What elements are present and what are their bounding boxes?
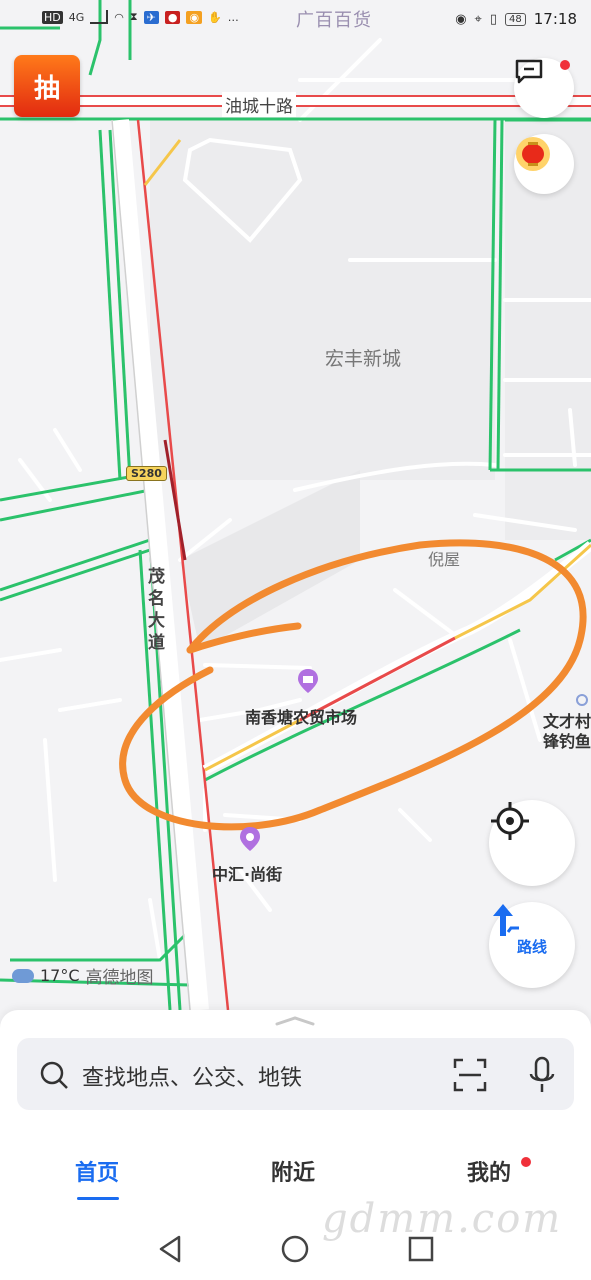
wifi-icon: ◠ bbox=[114, 10, 124, 24]
mic-icon: ● bbox=[164, 10, 181, 24]
lottery-label: 抽 bbox=[33, 73, 60, 104]
message-button[interactable] bbox=[514, 58, 574, 118]
temperature-text: 17°C bbox=[40, 966, 80, 985]
search-icon bbox=[40, 1061, 68, 1089]
map-brand: 高德地图 bbox=[85, 968, 154, 988]
app-icon: ✈ bbox=[143, 10, 159, 24]
hand-icon: ✋ bbox=[208, 10, 222, 24]
status-bar: HD 4G ◠ ⧗ ✈ ● ◉ ✋ … ◉ ⌖ ▯ 48 17:18 bbox=[0, 0, 591, 40]
eye-icon: ◉ bbox=[455, 11, 467, 27]
active-tab-indicator bbox=[77, 1197, 119, 1200]
search-input[interactable]: 查找地点、公交、地铁 bbox=[82, 1060, 302, 1092]
sheet-handle-icon[interactable] bbox=[275, 1016, 315, 1026]
location-icon: ⌖ bbox=[474, 11, 482, 27]
hd-icon: HD bbox=[42, 10, 63, 24]
more-icon: … bbox=[227, 10, 239, 24]
cloud-icon bbox=[12, 968, 34, 983]
locate-button[interactable] bbox=[489, 800, 575, 886]
search-bar[interactable]: 查找地点、公交、地铁 bbox=[17, 1038, 574, 1110]
crosshair-icon bbox=[491, 802, 529, 840]
notification-dot bbox=[560, 60, 570, 70]
chat-icon bbox=[515, 59, 543, 84]
weather-widget[interactable]: 17°C 高德地图 bbox=[12, 963, 154, 988]
status-right-icons: ◉ ⌖ ▯ 48 17:18 bbox=[455, 10, 577, 28]
vibrate-icon: ▯ bbox=[489, 11, 498, 27]
village-dot-icon bbox=[576, 694, 588, 706]
battery-level: 48 bbox=[505, 12, 526, 26]
district-label: 宏丰新城 bbox=[325, 348, 402, 370]
system-nav-bar bbox=[0, 1225, 591, 1280]
home-icon[interactable] bbox=[281, 1235, 309, 1263]
network-icon: 4G bbox=[68, 10, 85, 24]
clock: 17:18 bbox=[533, 10, 577, 28]
route-button[interactable]: 路线 bbox=[489, 902, 575, 988]
poi-label-right-2: 锋钓鱼 bbox=[543, 732, 591, 751]
back-icon[interactable] bbox=[157, 1235, 183, 1263]
road-label-top: 油城十路 bbox=[222, 92, 296, 117]
market-poi-label[interactable]: 南香塘农贸市场 bbox=[245, 704, 357, 728]
highway-shield: S280 bbox=[126, 466, 167, 481]
map-view[interactable]: 广百百货 抽 油城十路 S280 茂名大道 宏丰新城 倪屋 南香塘农贸市场 中汇… bbox=[0, 0, 591, 1010]
status-left-icons: HD 4G ◠ ⧗ ✈ ● ◉ ✋ … bbox=[42, 10, 239, 24]
road-label-vertical: 茂名大道 bbox=[148, 567, 165, 653]
scan-icon[interactable] bbox=[453, 1058, 487, 1092]
recents-icon[interactable] bbox=[408, 1236, 434, 1262]
lottery-button[interactable]: 抽 bbox=[14, 55, 80, 117]
weibo-icon: ◉ bbox=[186, 10, 203, 24]
tab-home[interactable]: 首页 bbox=[75, 1155, 119, 1187]
microphone-icon[interactable] bbox=[529, 1056, 555, 1094]
tab-mine[interactable]: 我的 bbox=[467, 1155, 511, 1187]
lantern-icon bbox=[516, 137, 550, 171]
village-label: 倪屋 bbox=[428, 550, 461, 569]
hourglass-icon: ⧗ bbox=[129, 10, 138, 23]
mine-notification-dot bbox=[521, 1157, 531, 1167]
lantern-button[interactable] bbox=[514, 134, 574, 194]
route-arrow-icon bbox=[493, 904, 519, 936]
market-pin-icon[interactable] bbox=[297, 668, 319, 694]
signal-icon bbox=[90, 10, 109, 24]
shopping-poi-label[interactable]: 中汇·尚街 bbox=[212, 861, 282, 885]
route-label: 路线 bbox=[516, 937, 547, 956]
tab-nearby[interactable]: 附近 bbox=[271, 1155, 315, 1187]
shopping-pin-icon[interactable] bbox=[239, 826, 261, 852]
